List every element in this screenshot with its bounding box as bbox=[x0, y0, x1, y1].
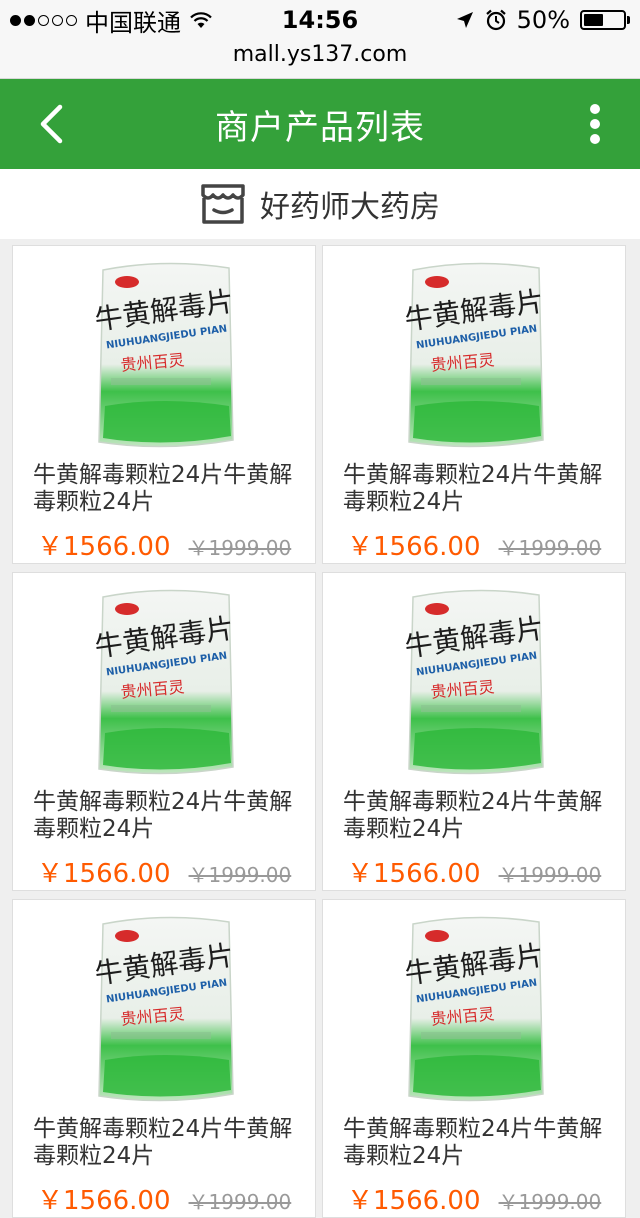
url-bar[interactable]: mall.ys137.com bbox=[0, 40, 640, 79]
product-price: ￥1566.00 bbox=[37, 1186, 171, 1216]
product-card[interactable]: 牛黄解毒片 NIUHUANGJIEDU PIAN 贵州百灵 牛黄解毒颗粒24片牛… bbox=[322, 245, 626, 564]
price-row: ￥1566.00 ￥1999.00 bbox=[37, 526, 291, 563]
product-image: 牛黄解毒片 NIUHUANGJIEDU PIAN 贵州百灵 bbox=[403, 589, 546, 775]
original-price: ￥1999.00 bbox=[188, 536, 292, 560]
product-price: ￥1566.00 bbox=[37, 859, 171, 889]
product-image: 牛黄解毒片 NIUHUANGJIEDU PIAN 贵州百灵 bbox=[93, 916, 236, 1102]
wifi-icon bbox=[190, 12, 212, 28]
product-price: ￥1566.00 bbox=[347, 1186, 481, 1216]
product-name: 牛黄解毒颗粒24片牛黄解毒颗粒24片 bbox=[343, 789, 603, 842]
app-header: 商户产品列表 bbox=[0, 79, 640, 169]
product-card[interactable]: 牛黄解毒片 NIUHUANGJIEDU PIAN 贵州百灵 牛黄解毒颗粒24片牛… bbox=[322, 572, 626, 891]
price-row: ￥1566.00 ￥1999.00 bbox=[347, 526, 601, 563]
product-card[interactable]: 牛黄解毒片 NIUHUANGJIEDU PIAN 贵州百灵 牛黄解毒颗粒24片牛… bbox=[12, 899, 316, 1218]
alarm-clock-icon bbox=[485, 9, 506, 31]
back-button[interactable] bbox=[28, 101, 74, 147]
price-row: ￥1566.00 ￥1999.00 bbox=[347, 853, 601, 890]
original-price: ￥1999.00 bbox=[498, 1190, 602, 1214]
product-image: 牛黄解毒片 NIUHUANGJIEDU PIAN 贵州百灵 bbox=[93, 262, 236, 448]
more-menu-button[interactable] bbox=[572, 99, 618, 149]
product-price: ￥1566.00 bbox=[347, 532, 481, 562]
signal-strength-icon bbox=[10, 14, 77, 26]
product-grid: 牛黄解毒片 NIUHUANGJIEDU PIAN 贵州百灵 牛黄解毒颗粒24片牛… bbox=[12, 245, 628, 1218]
original-price: ￥1999.00 bbox=[188, 1190, 292, 1214]
store-icon bbox=[201, 184, 245, 224]
original-price: ￥1999.00 bbox=[498, 863, 602, 887]
product-price: ￥1566.00 bbox=[37, 532, 171, 562]
more-vertical-icon bbox=[590, 104, 600, 144]
product-card[interactable]: 牛黄解毒片 NIUHUANGJIEDU PIAN 贵州百灵 牛黄解毒颗粒24片牛… bbox=[322, 899, 626, 1218]
product-card[interactable]: 牛黄解毒片 NIUHUANGJIEDU PIAN 贵州百灵 牛黄解毒颗粒24片牛… bbox=[12, 245, 316, 564]
status-left: 中国联通 bbox=[10, 3, 213, 38]
page-title: 商户产品列表 bbox=[215, 107, 425, 148]
price-row: ￥1566.00 ￥1999.00 bbox=[347, 1180, 601, 1217]
original-price: ￥1999.00 bbox=[188, 863, 292, 887]
product-image: 牛黄解毒片 NIUHUANGJIEDU PIAN 贵州百灵 bbox=[403, 262, 546, 448]
carrier-label: 中国联通 bbox=[85, 8, 181, 37]
product-image: 牛黄解毒片 NIUHUANGJIEDU PIAN 贵州百灵 bbox=[403, 916, 546, 1102]
battery-percent: 50% bbox=[516, 6, 570, 34]
location-arrow-icon bbox=[456, 12, 473, 28]
product-name: 牛黄解毒颗粒24片牛黄解毒颗粒24片 bbox=[33, 462, 293, 515]
product-name: 牛黄解毒颗粒24片牛黄解毒颗粒24片 bbox=[33, 789, 293, 842]
product-name: 牛黄解毒颗粒24片牛黄解毒颗粒24片 bbox=[343, 462, 603, 515]
product-image: 牛黄解毒片 NIUHUANGJIEDU PIAN 贵州百灵 bbox=[93, 589, 236, 775]
status-bar: 中国联通 14:56 50% bbox=[0, 0, 640, 40]
store-name: 好药师大药房 bbox=[260, 190, 440, 225]
status-right: 50% bbox=[455, 6, 630, 34]
product-name: 牛黄解毒颗粒24片牛黄解毒颗粒24片 bbox=[33, 1116, 293, 1169]
price-row: ￥1566.00 ￥1999.00 bbox=[37, 1180, 291, 1217]
product-card[interactable]: 牛黄解毒片 NIUHUANGJIEDU PIAN 贵州百灵 牛黄解毒颗粒24片牛… bbox=[12, 572, 316, 891]
product-name: 牛黄解毒颗粒24片牛黄解毒颗粒24片 bbox=[343, 1116, 603, 1169]
product-price: ￥1566.00 bbox=[347, 859, 481, 889]
original-price: ￥1999.00 bbox=[498, 536, 602, 560]
price-row: ￥1566.00 ￥1999.00 bbox=[37, 853, 291, 890]
chevron-left-icon bbox=[40, 104, 63, 144]
battery-icon bbox=[580, 10, 630, 30]
store-bar[interactable]: 好药师大药房 bbox=[0, 169, 640, 239]
